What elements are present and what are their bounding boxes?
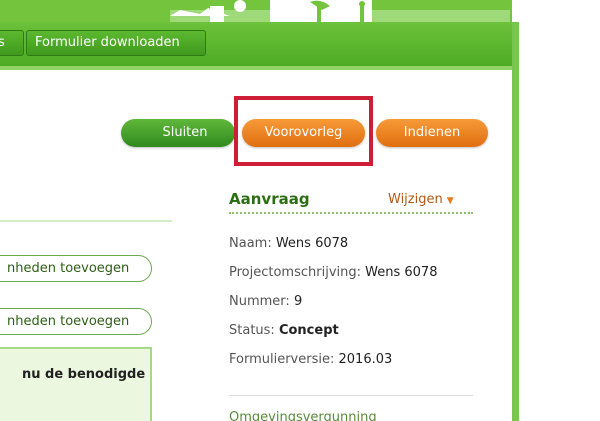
field-value: 2016.03 <box>338 352 393 367</box>
panel-divider <box>229 212 473 214</box>
field-label: Nummer: <box>229 294 290 309</box>
edit-dropdown[interactable]: Wijzigen ▼ <box>388 192 454 207</box>
field-label: Formulierversie: <box>229 352 335 367</box>
field-naam: Naam: Wens 6078 <box>229 236 348 251</box>
edit-dropdown-label: Wijzigen <box>388 192 443 207</box>
field-value: Concept <box>278 323 339 338</box>
field-projectomschrijving: Projectomschrijving: Wens 6078 <box>229 265 437 280</box>
field-value: Wens 6078 <box>275 236 349 251</box>
field-label: Status: <box>229 323 275 338</box>
field-value: 9 <box>293 294 303 309</box>
left-divider <box>0 220 172 222</box>
nav-bar: s Formulier downloaden <box>0 22 512 68</box>
field-value: Wens 6078 <box>365 265 438 280</box>
content-frame-top-border <box>0 66 512 70</box>
field-label: Projectomschrijving: <box>229 265 361 280</box>
field-label: Naam: <box>229 236 272 251</box>
info-text: nu de benodigde <box>22 367 146 382</box>
panel-title: Aanvraag <box>229 190 310 208</box>
highlight-annotation-box <box>234 96 373 166</box>
close-button[interactable]: Sluiten <box>121 119 235 147</box>
nav-tab-formulier-downloaden[interactable]: Formulier downloaden <box>26 30 206 56</box>
next-section-heading: Omgevingsvergunning <box>229 410 377 421</box>
header-banner <box>0 0 512 22</box>
submit-button[interactable]: Indienen <box>376 119 488 147</box>
panel-divider-2 <box>229 395 473 396</box>
add-items-button-2[interactable]: nheden toevoegen <box>0 308 152 335</box>
nav-tab-previous[interactable]: s <box>0 30 24 56</box>
add-items-button-1[interactable]: nheden toevoegen <box>0 255 152 282</box>
field-status: Status: Concept <box>229 323 339 338</box>
field-formulierversie: Formulierversie: 2016.03 <box>229 352 392 367</box>
info-box: nu de benodigde <box>0 347 152 421</box>
header-silhouette-illustration <box>170 0 510 22</box>
caret-down-icon: ▼ <box>446 196 454 206</box>
field-nummer: Nummer: 9 <box>229 294 302 309</box>
content-frame-right-border <box>512 22 519 421</box>
